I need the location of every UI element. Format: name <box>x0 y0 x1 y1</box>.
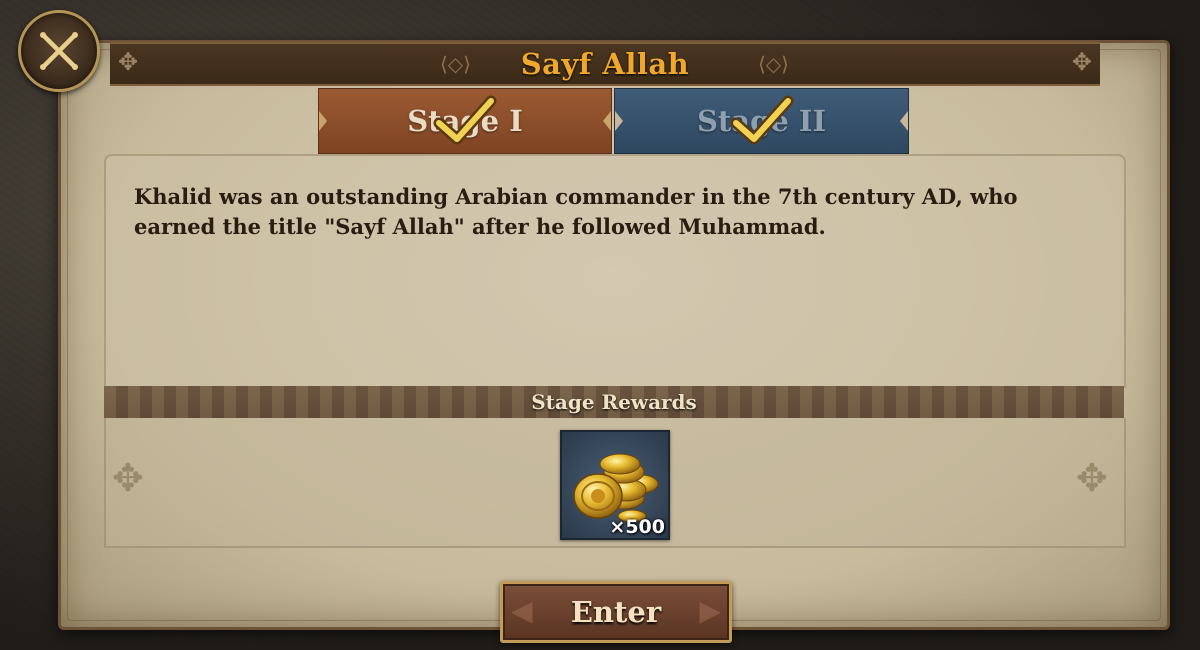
reward-quantity: ×500 <box>609 516 665 538</box>
stage-description: Khalid was an outstanding Arabian comman… <box>134 184 1018 239</box>
title-banner: ✥ ⟨◇⟩ Sayf Allah ⟨◇⟩ ✥ <box>110 42 1100 86</box>
game-screen: ✥ ⟨◇⟩ Sayf Allah ⟨◇⟩ ✥ Stage I Stage II … <box>0 0 1200 650</box>
tab-right-notch <box>603 111 611 131</box>
tab-stage-2[interactable]: Stage II <box>614 88 909 154</box>
tab-stage-1[interactable]: Stage I <box>318 88 612 154</box>
enter-button[interactable]: ◀ Enter ▶ <box>500 581 732 643</box>
enter-button-label: Enter <box>570 595 662 629</box>
enter-right-deco-icon: ▶ <box>699 594 721 627</box>
tab-left-notch <box>319 111 327 131</box>
banner-left-knot-icon: ✥ <box>118 48 139 76</box>
right-knot-icon: ✥ <box>1076 456 1108 500</box>
left-knot-icon: ✥ <box>112 456 144 500</box>
enter-left-deco-icon: ◀ <box>511 594 533 627</box>
tab-left-notch <box>615 111 623 131</box>
rewards-header: Stage Rewards <box>104 386 1124 418</box>
checkmark-icon <box>730 95 793 145</box>
banner-left-ornament-icon: ⟨◇⟩ <box>440 52 471 76</box>
checkmark-icon <box>433 95 497 145</box>
close-button[interactable] <box>18 10 100 92</box>
rewards-title: Stage Rewards <box>531 390 697 414</box>
banner-right-knot-icon: ✥ <box>1071 48 1092 76</box>
banner-right-ornament-icon: ⟨◇⟩ <box>758 52 789 76</box>
close-x-icon <box>40 32 78 70</box>
tab-right-notch <box>900 111 908 131</box>
dialog-title: Sayf Allah <box>520 47 690 81</box>
reward-item-gold[interactable]: ×500 <box>560 430 670 540</box>
